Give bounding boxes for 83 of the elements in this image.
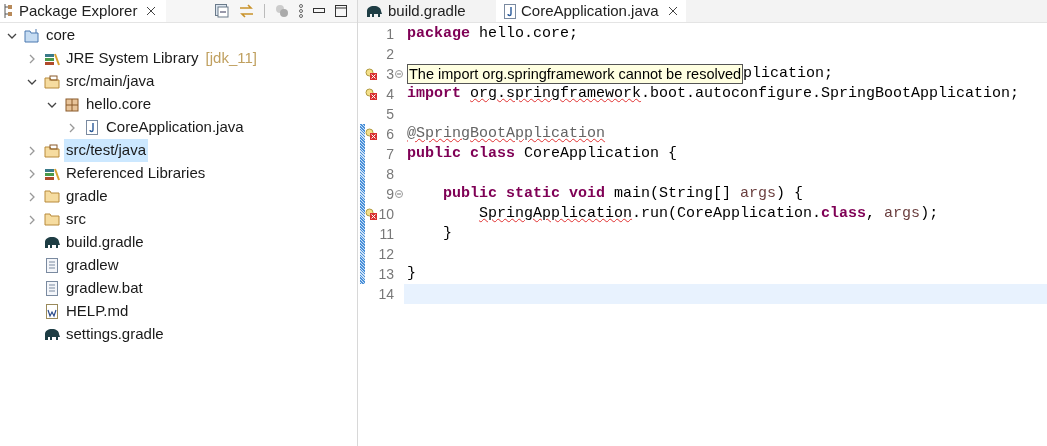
tree-item[interactable]: src/main/java xyxy=(64,70,157,93)
word-document-icon xyxy=(46,304,58,319)
source-folder-icon xyxy=(44,74,60,89)
tree-item[interactable]: gradlew.bat xyxy=(64,277,145,300)
tree-item[interactable]: gradle xyxy=(64,185,110,208)
link-arrows-icon[interactable] xyxy=(239,4,254,18)
chevron-down-icon[interactable] xyxy=(47,101,57,108)
line-number: 5 xyxy=(385,104,394,124)
code-line: package hello.core; xyxy=(407,23,579,44)
line-number: 12 xyxy=(377,244,394,264)
tree-item[interactable]: CoreApplication.java xyxy=(104,116,246,139)
tree-item[interactable]: hello.core xyxy=(84,93,154,116)
code-line: public class CoreApplication { xyxy=(407,143,678,164)
tree-item[interactable]: gradlew xyxy=(64,254,121,277)
code-line: plication; xyxy=(743,63,834,84)
line-number: 8 xyxy=(385,164,394,184)
code-line: @SpringBootApplication xyxy=(407,123,606,144)
tab-label: build.gradle xyxy=(388,0,466,21)
code-line: } xyxy=(442,223,452,244)
error-tooltip: The import org.springframework cannot be resolved xyxy=(407,64,744,84)
minimize-icon[interactable] xyxy=(313,8,325,14)
chevron-right-icon[interactable] xyxy=(29,168,35,179)
view-menu-icon[interactable] xyxy=(299,4,303,18)
line-number: 1 xyxy=(385,24,394,44)
fold-toggle-icon[interactable] xyxy=(394,190,403,198)
chevron-right-icon[interactable] xyxy=(29,53,35,64)
line-number: 7 xyxy=(385,144,394,164)
library-books-icon xyxy=(44,51,60,66)
line-number: 2 xyxy=(385,44,394,64)
chevron-down-icon[interactable] xyxy=(7,32,17,39)
chevron-right-icon[interactable] xyxy=(29,191,35,202)
tree-item[interactable]: JRE System Library xyxy=(64,47,201,70)
tree-item[interactable]: src/test/java xyxy=(64,139,149,162)
text-file-icon xyxy=(46,258,58,273)
code-line: } xyxy=(407,263,416,284)
error-bulb-icon[interactable] xyxy=(365,208,377,220)
folder-icon xyxy=(44,190,60,203)
chevron-down-icon[interactable] xyxy=(27,78,37,85)
tree-item-decoration: [jdk_11] xyxy=(205,48,257,69)
code-line: import org.springframework.boot.autoconfigure.SpringBootApplication; xyxy=(407,83,1020,104)
editor-tab[interactable]: CoreApplication.java xyxy=(496,0,686,22)
line-number: 10 xyxy=(377,204,394,224)
library-books-icon xyxy=(44,166,60,181)
close-icon[interactable] xyxy=(667,6,678,16)
elephant-icon xyxy=(43,236,61,249)
chevron-right-icon[interactable] xyxy=(29,214,35,225)
tree-item[interactable]: settings.gradle xyxy=(64,323,166,346)
tree-item[interactable]: core xyxy=(44,24,78,47)
line-number: 3 xyxy=(385,64,394,84)
fold-toggle-icon[interactable] xyxy=(394,70,403,78)
line-number: 4 xyxy=(385,84,394,104)
error-bulb-icon[interactable] xyxy=(365,88,377,100)
project-folder-icon xyxy=(24,28,40,43)
source-folder-icon xyxy=(44,143,60,158)
tree-item[interactable]: src xyxy=(64,208,88,231)
elephant-icon xyxy=(366,4,383,18)
error-bulb-icon[interactable] xyxy=(365,128,377,140)
java-file-icon xyxy=(504,3,516,19)
tab-label: CoreApplication.java xyxy=(521,0,659,21)
maximize-icon[interactable] xyxy=(335,5,347,17)
code-line: SpringApplication.run(CoreApplication.class, args); xyxy=(478,203,939,224)
close-icon[interactable] xyxy=(146,6,157,16)
panel-title: Package Explorer xyxy=(19,0,138,21)
tree-item[interactable]: HELP.md xyxy=(64,300,131,323)
chevron-right-icon[interactable] xyxy=(69,122,75,133)
tree-item[interactable]: Referenced Libraries xyxy=(64,162,208,185)
tree-item[interactable]: build.gradle xyxy=(64,231,146,254)
line-number: 14 xyxy=(377,284,394,304)
line-number: 11 xyxy=(378,224,394,244)
explorer-tab[interactable]: Package Explorer xyxy=(0,0,167,22)
elephant-icon xyxy=(43,328,61,341)
folder-icon xyxy=(44,213,60,226)
package-icon xyxy=(65,97,79,112)
collapse-all-icon[interactable] xyxy=(215,4,229,18)
code-line: public static void main(String[] args) { xyxy=(442,183,804,204)
line-number: 9 xyxy=(385,184,394,204)
java-file-icon xyxy=(86,120,98,135)
text-file-icon xyxy=(46,281,58,296)
chevron-right-icon[interactable] xyxy=(29,145,35,156)
package-explorer-icon xyxy=(4,4,14,18)
line-number: 6 xyxy=(385,124,394,144)
line-number: 13 xyxy=(377,264,394,284)
error-bulb-icon[interactable] xyxy=(365,68,377,80)
